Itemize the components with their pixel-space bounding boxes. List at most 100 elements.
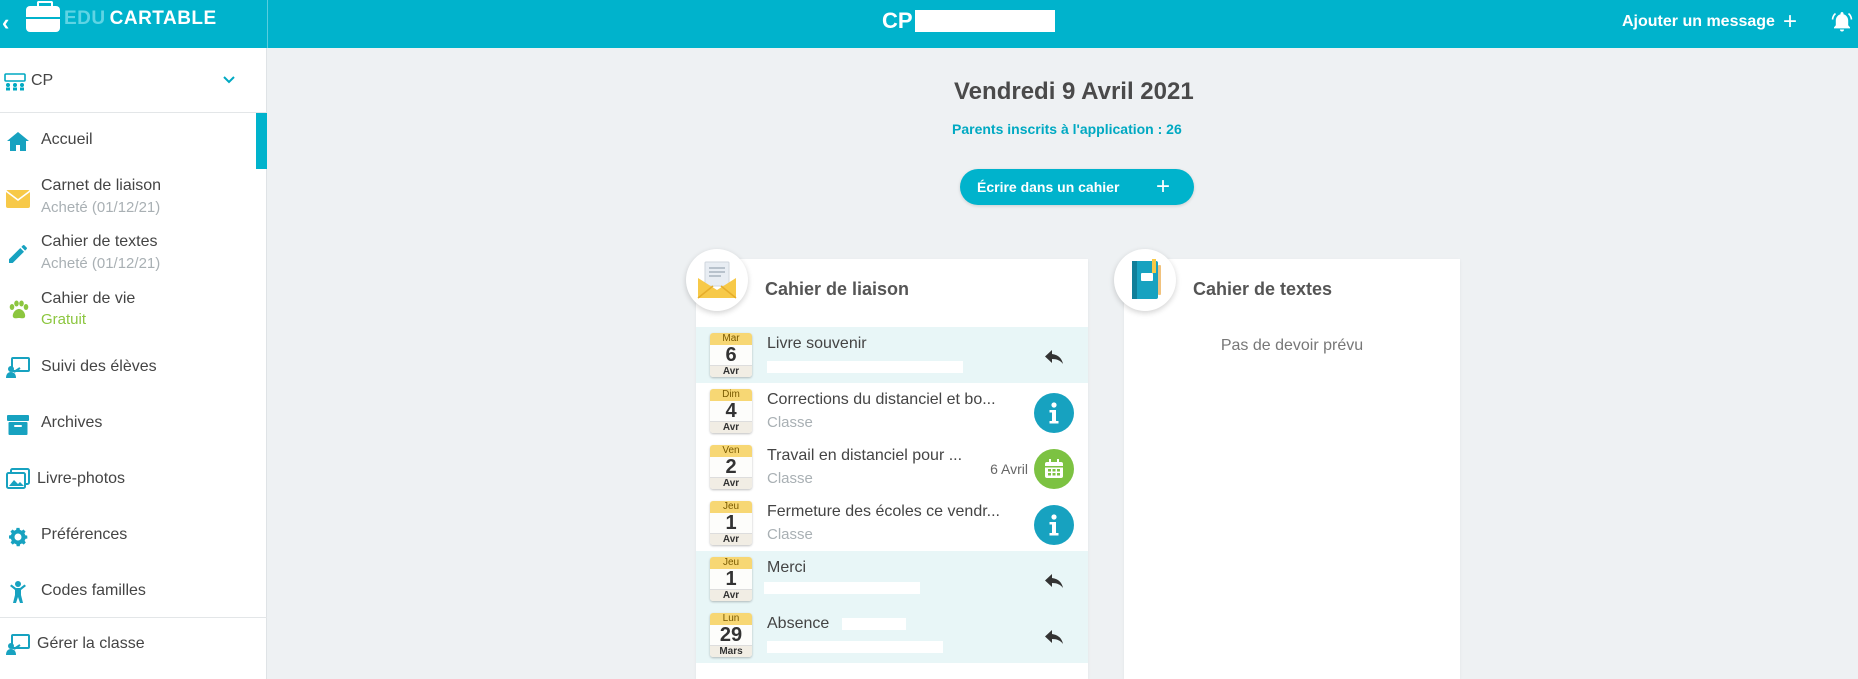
home-icon: [5, 128, 31, 154]
card-title: Cahier de liaison: [765, 279, 910, 299]
sidebar-item-status: Acheté (01/12/21): [41, 199, 161, 216]
date-badge: Dim 4 Avr: [710, 389, 752, 433]
message-actions: 6 Avril: [990, 449, 1074, 489]
write-in-notebook-label: Écrire dans un cahier: [977, 179, 1120, 195]
message-row[interactable]: Lun 29 Mars Absence: [696, 607, 1088, 663]
paw-icon: [5, 297, 31, 323]
sidebar-item-label: Livre-photos: [37, 470, 126, 487]
message-recipient: Classe: [767, 414, 813, 431]
date-badge-day: 29: [719, 624, 743, 646]
message-title: Fermeture des écoles ce vendr...: [767, 503, 1000, 520]
calendar-icon[interactable]: [1034, 449, 1074, 489]
date-badge: Jeu 1 Avr: [710, 557, 752, 601]
sidebar-item-suivi-des-eleves[interactable]: Suivi des élèves: [0, 341, 267, 397]
class-name-text: CP: [882, 8, 913, 33]
date-badge-day: 2: [725, 456, 737, 478]
sidebar-item-accueil[interactable]: Accueil: [0, 113, 267, 169]
notebook-icon: [1114, 249, 1176, 311]
top-bar: ‹ EDU CARTABLE CP Ajouter un message +: [0, 0, 1858, 48]
cahier-de-textes-card: Cahier de textes Pas de devoir prévu: [1114, 249, 1460, 679]
logo-cartable-text: CARTABLE: [109, 8, 217, 29]
add-message-button[interactable]: Ajouter un message +: [1622, 10, 1797, 34]
sidebar-item-preferences[interactable]: Préférences: [0, 509, 267, 565]
info-icon[interactable]: [1034, 393, 1074, 433]
message-row[interactable]: Ven 2 Avr Travail en distanciel pour ...…: [696, 439, 1088, 495]
topbar-divider: [267, 0, 268, 48]
date-badge: Mar 6 Avr: [710, 333, 752, 377]
plus-icon: +: [1156, 173, 1171, 200]
sidebar-item-cahier-de-vie[interactable]: Cahier de vie Gratuit: [0, 285, 267, 341]
logo-edu-text: EDU: [64, 8, 106, 29]
date-badge-month: Avr: [710, 533, 752, 545]
date-badge: Ven 2 Avr: [710, 445, 752, 489]
date-badge: Jeu 1 Avr: [710, 501, 752, 545]
message-row[interactable]: Dim 4 Avr Corrections du distanciel et b…: [696, 383, 1088, 439]
date-badge-month: Avr: [710, 477, 752, 489]
card-title: Cahier de textes: [1193, 279, 1333, 299]
sidebar-item-label: Archives: [41, 414, 103, 431]
sidebar-item-label: Carnet de liaison: [41, 177, 162, 194]
message-actions: [1034, 617, 1074, 657]
write-in-notebook-button[interactable]: Écrire dans un cahier +: [960, 169, 1194, 205]
sidebar-item-cahier-de-textes[interactable]: Cahier de textes Acheté (01/12/21): [0, 229, 267, 285]
sidebar-item-label: Suivi des élèves: [41, 358, 157, 375]
sidebar-item-label: Cahier de textes: [41, 233, 158, 250]
sidebar: CP Accueil Carnet de liaison Acheté (01/…: [0, 48, 267, 679]
sidebar-item-carnet-de-liaison[interactable]: Carnet de liaison Acheté (01/12/21): [0, 173, 267, 229]
sidebar-item-livre-photos[interactable]: Livre-photos: [0, 453, 267, 509]
class-selector-value: CP: [31, 72, 54, 89]
class-name-title: CP: [882, 8, 1055, 34]
back-arrow-icon[interactable]: ‹: [2, 10, 18, 36]
no-homework-message: Pas de devoir prévu: [1220, 337, 1364, 354]
info-icon[interactable]: [1034, 505, 1074, 545]
chevron-down-icon: [222, 72, 236, 88]
sidebar-item-status: Acheté (01/12/21): [41, 255, 161, 272]
message-row[interactable]: Mar 6 Avr Livre souvenir: [696, 327, 1088, 383]
class-selector[interactable]: CP: [0, 48, 267, 113]
due-date-label: 6 Avril: [990, 461, 1028, 477]
sidebar-separator: [0, 617, 267, 618]
reply-icon[interactable]: [1034, 617, 1074, 657]
date-badge-month: Avr: [710, 421, 752, 433]
parents-registered-line: Parents inscrits à l'application : 26: [952, 121, 1182, 137]
teacher-board-icon: [5, 632, 31, 658]
redacted-block: [767, 361, 963, 373]
date-badge: Lun 29 Mars: [710, 613, 752, 657]
reply-icon[interactable]: [1034, 337, 1074, 377]
sidebar-item-label: Accueil: [41, 131, 93, 148]
plus-icon: +: [1782, 8, 1797, 35]
sidebar-item-label: Codes familles: [41, 582, 146, 599]
date-badge-month: Avr: [710, 365, 752, 377]
sidebar-item-gerer-la-classe[interactable]: Gérer la classe: [0, 619, 267, 675]
classroom-icon: [4, 73, 26, 96]
message-recipient: Classe: [767, 470, 813, 487]
message-row[interactable]: Jeu 1 Avr Merci: [696, 551, 1088, 607]
parents-registered-count: 26: [1166, 121, 1182, 137]
photos-icon: [5, 466, 31, 492]
sidebar-item-archives[interactable]: Archives: [0, 397, 267, 453]
message-row[interactable]: Jeu 1 Avr Fermeture des écoles ce vendr.…: [696, 495, 1088, 551]
parents-registered-label: Parents inscrits à l'application :: [952, 121, 1163, 137]
reply-icon[interactable]: [1034, 561, 1074, 601]
message-title: Livre souvenir: [767, 335, 867, 352]
briefcase-icon: [26, 1, 60, 32]
pencil-icon: [5, 241, 31, 267]
date-badge-day: 4: [725, 400, 737, 422]
sidebar-item-codes-familles[interactable]: Codes familles: [0, 565, 267, 617]
date-badge-day: 1: [725, 512, 737, 534]
date-badge-month: Mars: [710, 645, 752, 657]
date-badge-day: 1: [725, 568, 737, 590]
sidebar-item-label: Gérer la classe: [37, 635, 145, 652]
sidebar-item-label: Préférences: [41, 526, 128, 543]
educartable-logo[interactable]: EDU CARTABLE: [26, 1, 217, 32]
page-date-title: Vendredi 9 Avril 2021: [954, 78, 1194, 105]
message-actions: [1034, 393, 1074, 433]
redacted-block: [767, 641, 943, 653]
child-icon: [5, 579, 31, 605]
teacher-board-icon: [5, 355, 31, 381]
envelope-letter-icon: [686, 249, 748, 311]
bell-icon[interactable]: [1830, 10, 1854, 39]
sidebar-item-label: Cahier de vie: [41, 290, 136, 307]
add-message-label: Ajouter un message: [1622, 13, 1775, 30]
message-title: Corrections du distanciel et bo...: [767, 391, 996, 408]
